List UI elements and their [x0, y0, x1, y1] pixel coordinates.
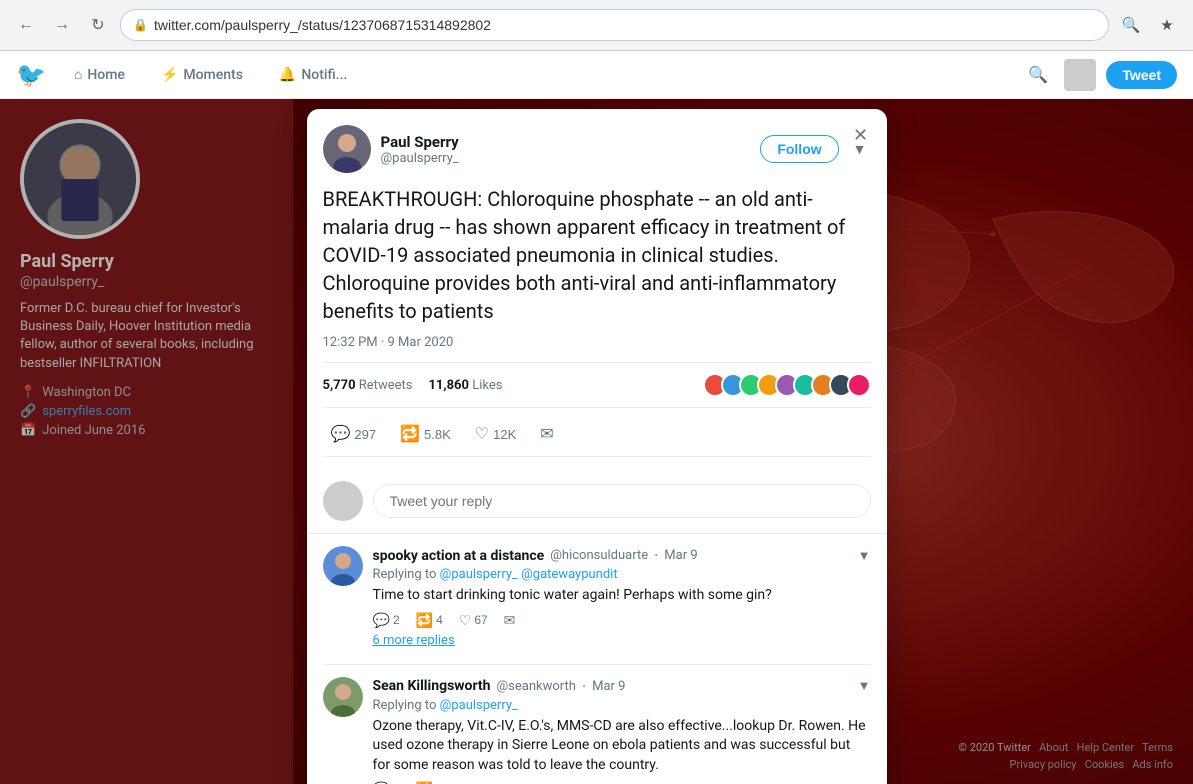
reply-retweet-count-1: 4: [436, 613, 443, 627]
reply-options-2[interactable]: ▼: [858, 678, 871, 694]
moments-icon: ⚡: [161, 67, 178, 83]
lock-icon: 🔒: [133, 18, 148, 32]
search-icon-btn[interactable]: 🔍: [1022, 59, 1054, 91]
reply-date-1: Mar 9: [664, 548, 697, 563]
reply-header-2: Sean Killingsworth @seankworth · Mar 9 ▼: [373, 677, 871, 696]
reply-content-1: spooky action at a distance @hiconsuldua…: [373, 546, 871, 652]
tweet-user-info: Paul Sperry @paulsperry_: [381, 133, 751, 166]
reply-to-link-1a[interactable]: @paulsperry_: [440, 567, 518, 582]
user-avatar-nav[interactable]: [1064, 59, 1096, 91]
like-avatars: [703, 373, 871, 397]
twitter-navbar: 🐦 ⌂ Home ⚡ Moments 🔔 Notifi... 🔍 Tweet: [0, 51, 1193, 99]
tweet-username: @paulsperry_: [381, 151, 751, 166]
home-label: Home: [87, 67, 125, 83]
mini-avatar-9: [847, 373, 871, 397]
search-button[interactable]: 🔍: [1117, 11, 1145, 39]
notifications-label: Notifi...: [301, 67, 347, 83]
reply-avatar-2: [323, 677, 363, 717]
reply-options-1[interactable]: ▼: [858, 548, 871, 564]
reply-text-2: Ozone therapy, Vit.C-IV, E.O.'s, MMS-CD …: [373, 717, 871, 776]
comment-icon-1: 💬: [373, 612, 390, 629]
reply-handle-2: @seankworth: [497, 679, 576, 694]
reply-item-2: Sean Killingsworth @seankworth · Mar 9 ▼…: [323, 665, 871, 784]
reply-avatar-1: [323, 546, 363, 586]
more-replies-link[interactable]: 6 more replies: [373, 629, 871, 652]
replies-section: spooky action at a distance @hiconsuldua…: [307, 534, 887, 784]
address-bar[interactable]: 🔒: [120, 9, 1109, 41]
reply-input-area: [307, 469, 887, 534]
follow-button[interactable]: Follow: [760, 135, 838, 163]
tweet-actions: 💬 297 🔁 5.8K ♡ 12K ✉: [323, 416, 871, 457]
tweet-author-avatar: [323, 125, 371, 173]
bell-icon: 🔔: [279, 67, 296, 83]
nav-moments[interactable]: ⚡ Moments: [153, 63, 251, 87]
tweet-header: Paul Sperry @paulsperry_ Follow ▼: [307, 109, 887, 173]
home-icon: ⌂: [74, 66, 82, 83]
reply-input-field[interactable]: [373, 484, 871, 518]
reply-reply-btn-1[interactable]: 💬 2: [373, 612, 400, 629]
retweet-stat: 5,770 Retweets: [323, 378, 413, 393]
twitter-logo: 🐦: [16, 61, 46, 89]
dm-icon-1: ✉: [504, 612, 516, 629]
reply-actions-1: 💬 2 🔁 4 ♡ 67: [373, 612, 871, 629]
browser-chrome: ← → ↻ 🔒 🔍 ★: [0, 0, 1193, 51]
page-background: Paul Sperry @paulsperry_ Former D.C. bur…: [0, 99, 1193, 784]
reply-name-1: spooky action at a distance: [373, 548, 545, 564]
reload-button[interactable]: ↻: [84, 11, 112, 39]
moments-label: Moments: [183, 67, 243, 83]
reply-to-2: Replying to @paulsperry_: [373, 698, 871, 713]
back-button[interactable]: ←: [12, 11, 40, 39]
reply-date-2: Mar 9: [592, 679, 625, 694]
reply-name-2: Sean Killingsworth: [373, 678, 491, 694]
reply-handle-1: @hiconsulduarte: [550, 548, 648, 563]
reply-reply-count-1: 2: [393, 613, 400, 627]
reply-retweet-btn-1[interactable]: 🔁 4: [416, 612, 443, 629]
tweet-stats: 5,770 Retweets 11,860 Likes: [323, 362, 871, 408]
reply-text-1: Time to start drinking tonic water again…: [373, 586, 871, 606]
dm-icon: ✉: [540, 424, 553, 444]
tweet-timestamp: 12:32 PM · 9 Mar 2020: [323, 335, 871, 350]
reply-like-btn-1[interactable]: ♡ 67: [459, 612, 488, 629]
reply-header-1: spooky action at a distance @hiconsuldua…: [373, 546, 871, 565]
retweet-icon-1: 🔁: [416, 612, 433, 629]
retweet-icon: 🔁: [400, 424, 420, 444]
modal-close-button[interactable]: ✕: [847, 121, 875, 149]
tweet-text: BREAKTHROUGH: Chloroquine phosphate -- a…: [323, 185, 871, 325]
dm-action-button[interactable]: ✉: [532, 420, 561, 448]
bookmark-button[interactable]: ★: [1153, 11, 1181, 39]
reply-to-1: Replying to @paulsperry_ @gatewaypundit: [373, 567, 871, 582]
heart-icon-1: ♡: [459, 612, 472, 629]
retweet-action-button[interactable]: 🔁 5.8K: [392, 420, 459, 448]
reply-icon: 💬: [331, 424, 351, 444]
reply-content-2: Sean Killingsworth @seankworth · Mar 9 ▼…: [373, 677, 871, 784]
retweet-count-action: 5.8K: [424, 427, 451, 442]
reply-like-count-1: 67: [474, 613, 487, 627]
tweet-button[interactable]: Tweet: [1106, 61, 1177, 89]
tweet-modal: ✕ Paul Sperry @paulsperry_ Follow ▼: [307, 109, 887, 784]
modal-overlay: ✕ Paul Sperry @paulsperry_ Follow ▼: [0, 99, 1193, 784]
nav-home[interactable]: ⌂ Home: [66, 62, 133, 87]
tweet-body: BREAKTHROUGH: Chloroquine phosphate -- a…: [307, 173, 887, 469]
likes-stat: 11,860 Likes: [428, 378, 502, 393]
like-action-button[interactable]: ♡ 12K: [467, 420, 524, 448]
url-input[interactable]: [154, 17, 1096, 33]
reply-action-button[interactable]: 💬 297: [323, 420, 385, 448]
tweet-display-name: Paul Sperry: [381, 133, 751, 151]
reply-count: 297: [354, 427, 376, 442]
heart-icon: ♡: [475, 424, 489, 444]
reply-item: spooky action at a distance @hiconsuldua…: [323, 534, 871, 665]
reply-to-link-1b[interactable]: @gatewaypundit: [521, 567, 617, 582]
like-count-action: 12K: [493, 427, 516, 442]
nav-notifications[interactable]: 🔔 Notifi...: [271, 63, 355, 87]
reply-user-avatar: [323, 481, 363, 521]
reply-dm-btn-1[interactable]: ✉: [504, 612, 516, 629]
forward-button[interactable]: →: [48, 11, 76, 39]
reply-to-link-2[interactable]: @paulsperry_: [440, 698, 518, 713]
